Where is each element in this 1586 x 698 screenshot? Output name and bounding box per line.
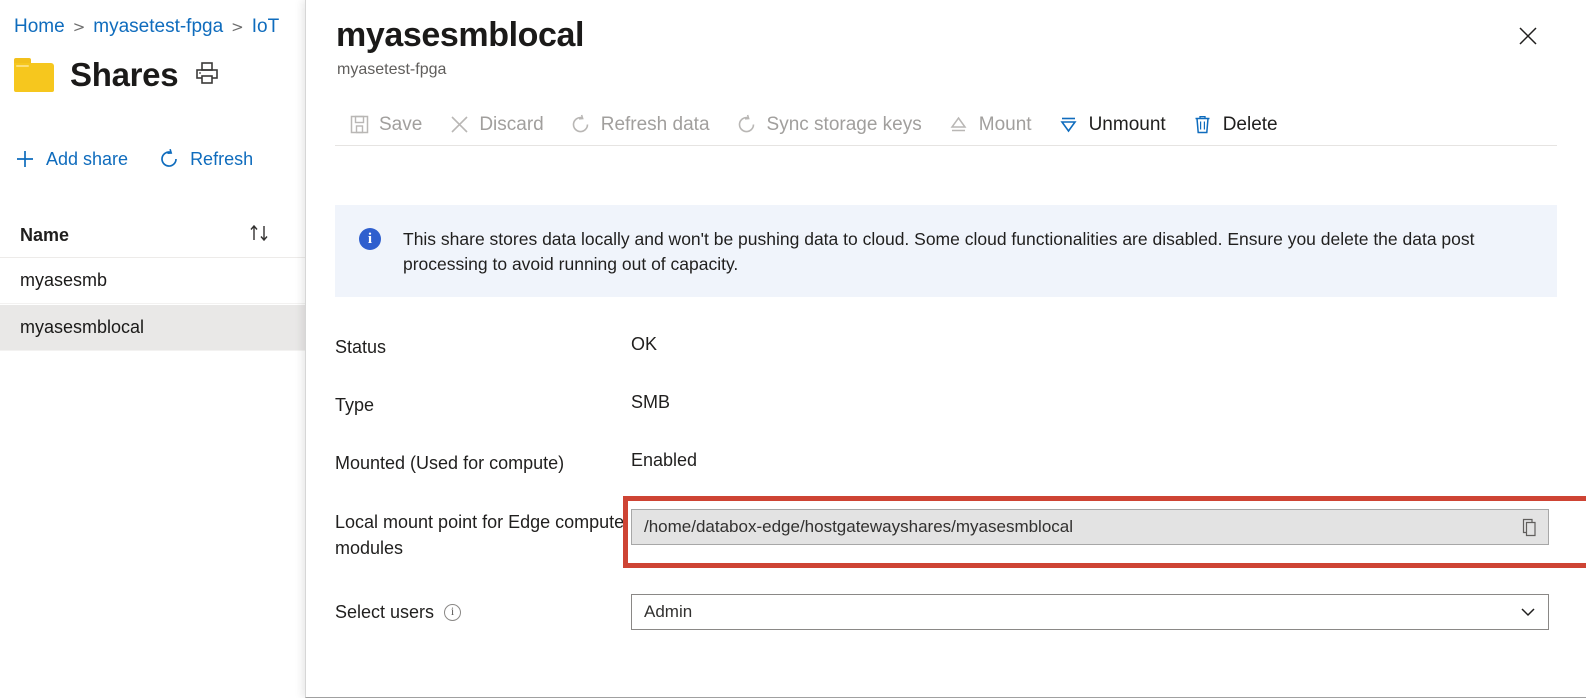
field-value-status: OK [631, 334, 658, 354]
printer-icon[interactable] [194, 61, 220, 90]
page-title: Shares [70, 56, 179, 93]
breadcrumb-separator-icon: > [72, 18, 86, 36]
share-details-panel: myasesmblocal myasetest-fpga Save Discar… [305, 0, 1586, 698]
field-row-local-mount-point: Local mount point for Edge compute modul… [335, 509, 1557, 561]
refresh-data-button[interactable]: Refresh data [557, 108, 723, 142]
field-row-mounted: Mounted (Used for compute) Enabled [335, 450, 1557, 476]
save-icon [348, 114, 370, 136]
refresh-label: Refresh [190, 148, 254, 169]
cancel-x-icon [448, 114, 470, 136]
discard-label: Discard [479, 113, 544, 135]
field-row-status: Status OK [335, 334, 1557, 360]
breadcrumb-item-resource[interactable]: myasetest-fpga [93, 16, 223, 38]
refresh-data-label: Refresh data [600, 113, 710, 135]
eject-up-icon [948, 114, 970, 136]
breadcrumb: Home > myasetest-fpga > IoT [14, 16, 279, 38]
chevron-down-icon [1518, 602, 1538, 622]
field-row-select-users: Select users i Admin [335, 594, 1557, 630]
field-row-type: Type SMB [335, 392, 1557, 418]
field-label-type: Type [335, 395, 375, 415]
refresh-icon [158, 148, 180, 170]
shares-table-header: Name [0, 213, 330, 258]
save-label: Save [379, 113, 423, 135]
delete-label: Delete [1222, 113, 1278, 135]
field-label-select-users-group: Select users i [335, 599, 631, 625]
field-value-mounted: Enabled [631, 450, 698, 470]
page-title-row: Shares [14, 56, 220, 94]
column-header-name[interactable]: Name [20, 225, 69, 246]
table-row[interactable]: myasesmb [0, 258, 330, 304]
field-label-status: Status [335, 337, 387, 357]
shares-page-background: Home > myasetest-fpga > IoT Shares Add s… [0, 0, 330, 698]
share-name-cell: myasesmblocal [20, 317, 145, 337]
info-banner-text: This share stores data locally and won't… [403, 229, 1475, 275]
field-label-local-mount-point: Local mount point for Edge compute modul… [335, 512, 625, 559]
share-name-cell: myasesmb [20, 270, 108, 290]
field-value-type: SMB [631, 392, 671, 412]
refresh-button[interactable]: Refresh [158, 148, 253, 170]
delete-button[interactable]: Delete [1179, 108, 1291, 142]
unmount-button[interactable]: Unmount [1045, 108, 1179, 142]
refresh-icon [570, 114, 592, 136]
add-share-label: Add share [46, 148, 129, 169]
local-mount-point-input[interactable]: /home/databox-edge/hostgatewayshares/mya… [631, 509, 1549, 545]
select-users-dropdown[interactable]: Admin [631, 594, 1549, 630]
mount-button[interactable]: Mount [935, 108, 1045, 142]
field-label-mounted: Mounted (Used for compute) [335, 453, 565, 473]
breadcrumb-separator-icon: > [231, 18, 244, 36]
breadcrumb-item-home[interactable]: Home [14, 16, 65, 38]
plus-icon [14, 148, 36, 170]
discard-button[interactable]: Discard [435, 108, 556, 142]
refresh-icon [736, 114, 758, 136]
info-icon: i [359, 228, 381, 250]
panel-subtitle: myasetest-fpga [337, 61, 447, 78]
select-users-value: Admin [644, 602, 693, 621]
add-share-button[interactable]: Add share [14, 148, 128, 170]
unmount-label: Unmount [1088, 113, 1166, 135]
sync-storage-keys-label: Sync storage keys [766, 113, 922, 135]
info-banner: i This share stores data locally and won… [335, 205, 1557, 297]
local-mount-point-value: /home/databox-edge/hostgatewayshares/mya… [644, 517, 1074, 536]
breadcrumb-item-iot[interactable]: IoT [252, 16, 279, 38]
folder-icon [14, 58, 54, 92]
shares-command-bar: Add share Refresh [14, 148, 253, 170]
panel-title: myasesmblocal [336, 16, 585, 54]
field-label-select-users: Select users [335, 601, 435, 622]
copy-icon[interactable] [1521, 518, 1540, 538]
mount-label: Mount [978, 113, 1032, 135]
sync-storage-keys-button[interactable]: Sync storage keys [723, 108, 935, 142]
close-icon[interactable] [1510, 18, 1546, 54]
trash-icon [1192, 114, 1214, 136]
table-row[interactable]: myasesmblocal [0, 305, 330, 351]
sort-ascending-descending-icon[interactable] [247, 223, 277, 248]
save-button[interactable]: Save [335, 108, 435, 142]
panel-command-bar: Save Discard Refresh data Sync storage k… [335, 106, 1557, 146]
info-circle-icon[interactable]: i [444, 603, 462, 621]
eject-down-icon [1058, 114, 1080, 136]
